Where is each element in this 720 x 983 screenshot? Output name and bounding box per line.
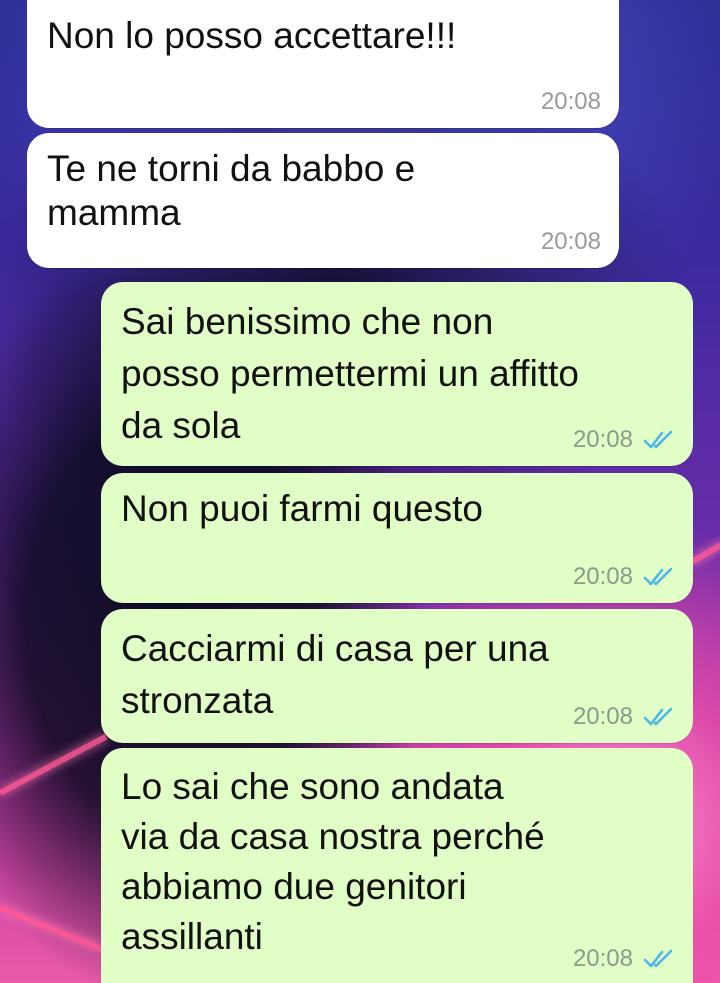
message-meta: 20:08 [573,563,675,591]
message-time: 20:08 [572,563,633,590]
message-meta: 20:08 [573,945,675,973]
message-list[interactable]: Non lo posso accettare!!! 20:08 Te ne to… [0,0,720,983]
double-check-icon [643,949,673,968]
outgoing-message[interactable]: Cacciarmi di casa per una stronzata 20:0… [101,609,693,743]
message-text: Lo sai che sono andata via da casa nostr… [121,766,545,957]
message-meta: 20:08 [573,703,675,731]
incoming-message[interactable]: Te ne torni da babbo e mamma 20:08 [27,133,619,268]
double-check-icon [643,430,673,449]
message-time: 20:08 [572,945,633,972]
outgoing-message[interactable]: Non puoi farmi questo 20:08 [101,473,693,603]
message-time: 20:08 [572,426,633,453]
double-check-icon [643,567,673,586]
double-check-icon [643,707,673,726]
message-time: 20:08 [572,703,633,730]
message-meta: 20:08 [541,228,601,256]
message-text: Non puoi farmi questo [121,488,483,529]
message-time: 20:08 [540,228,601,255]
outgoing-message[interactable]: Lo sai che sono andata via da casa nostr… [101,748,693,983]
message-time: 20:08 [540,88,601,115]
message-meta: 20:08 [541,88,601,116]
message-meta: 20:08 [573,426,675,454]
message-text: Te ne torni da babbo e mamma [47,148,416,233]
incoming-message[interactable]: Non lo posso accettare!!! 20:08 [27,0,619,128]
message-text: Non lo posso accettare!!! [47,15,457,56]
outgoing-message[interactable]: Sai benissimo che non posso permettermi … [101,282,693,466]
